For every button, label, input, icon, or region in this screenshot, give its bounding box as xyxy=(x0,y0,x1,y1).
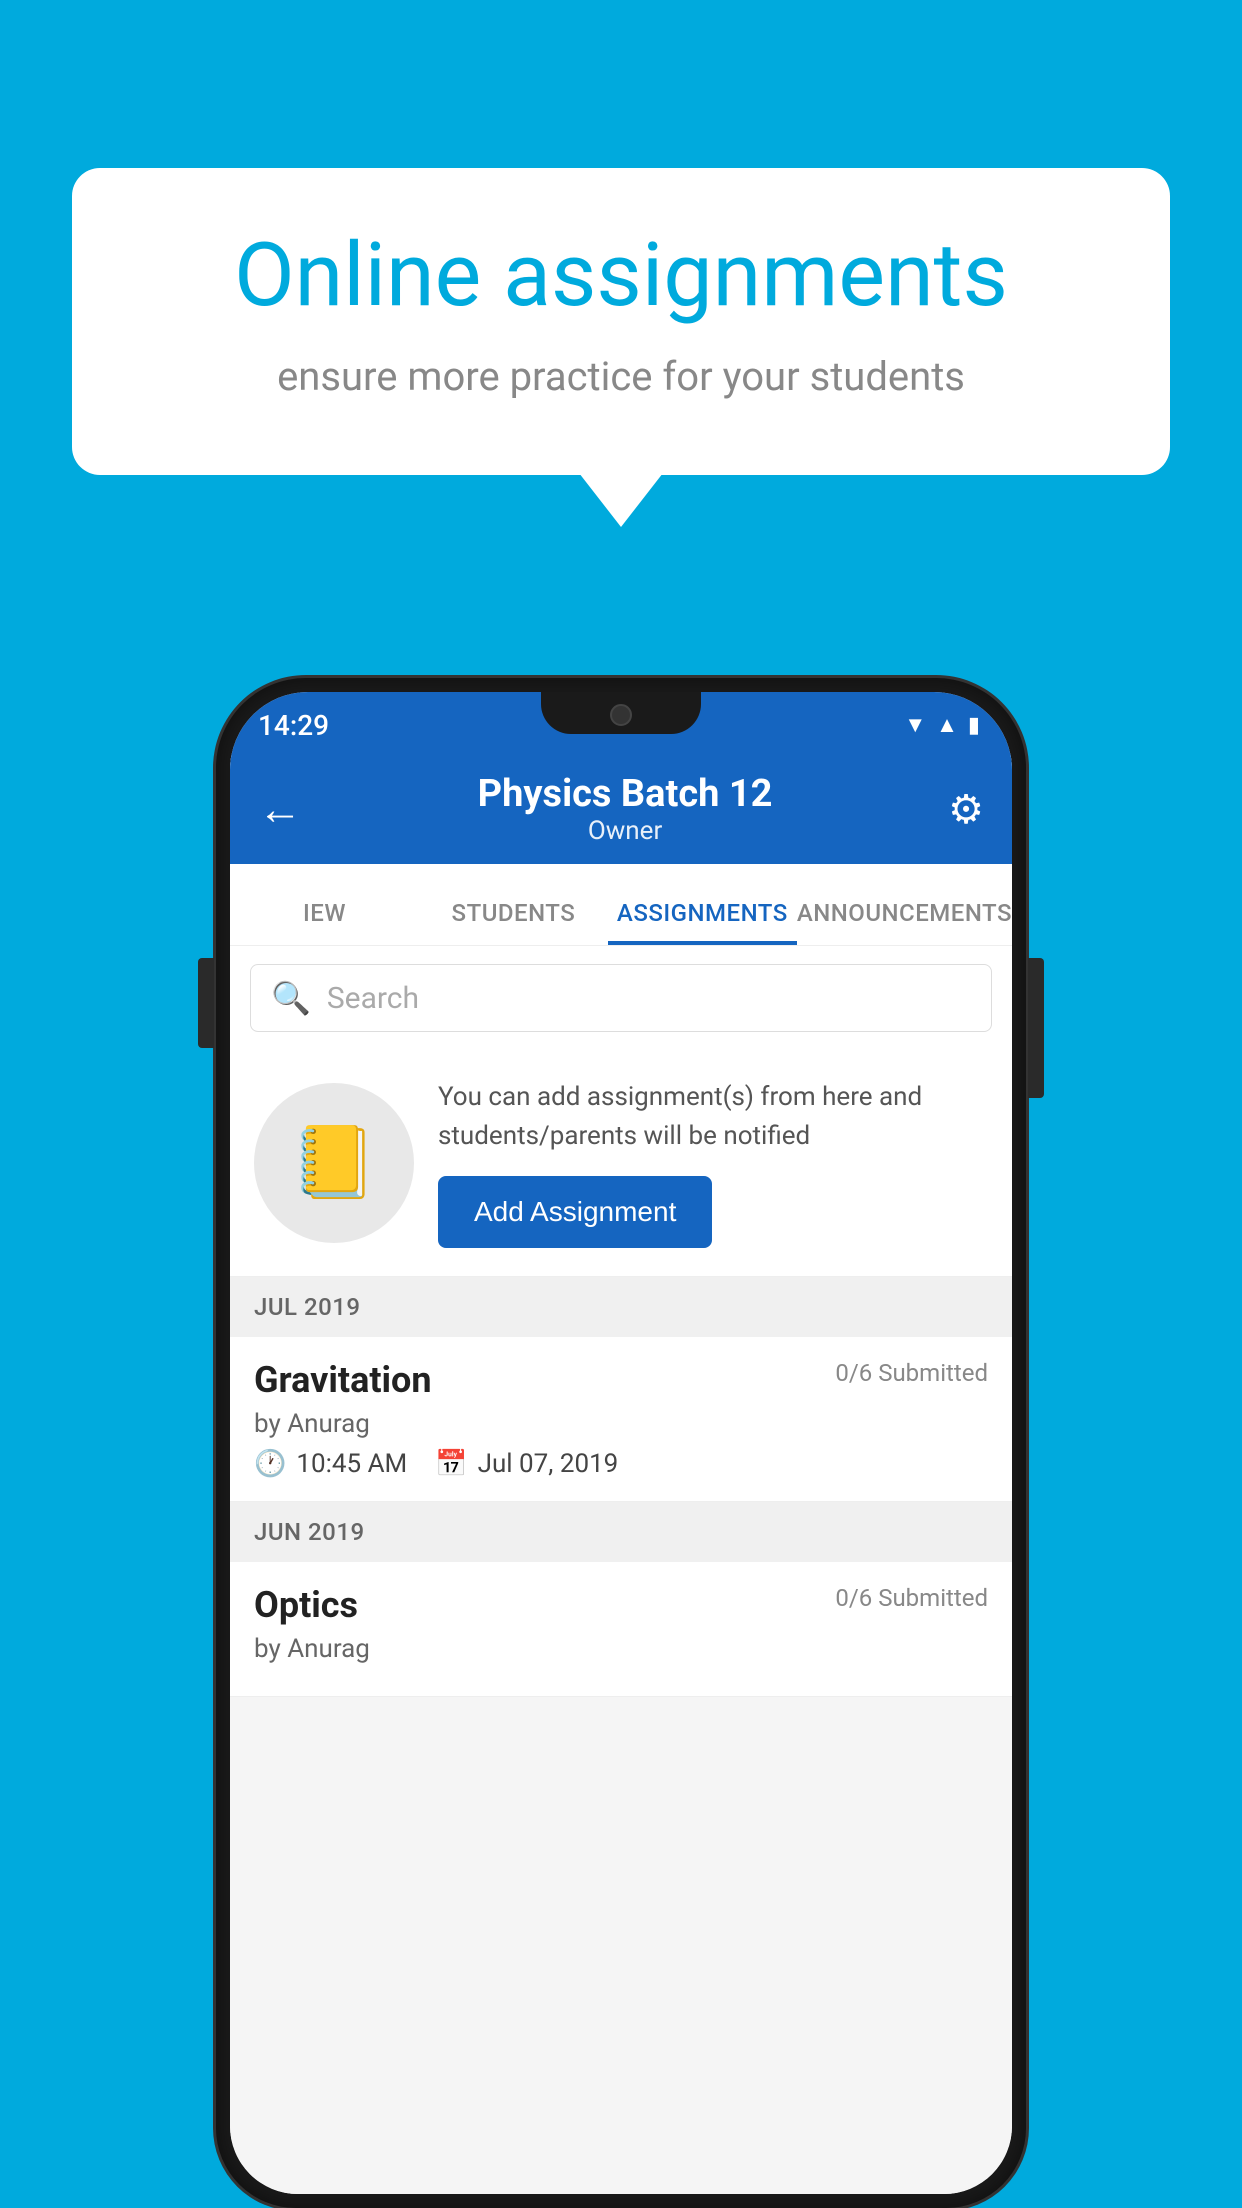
assignment-meta: 🕐 10:45 AM 📅 Jul 07, 2019 xyxy=(254,1449,988,1479)
header-title-block: Physics Batch 12 Owner xyxy=(302,772,948,846)
clock-icon: 🕐 xyxy=(254,1449,286,1479)
tabs-bar: IEW STUDENTS ASSIGNMENTS ANNOUNCEMENTS xyxy=(230,864,1012,946)
speech-bubble-subtitle: ensure more practice for your students xyxy=(152,349,1090,405)
assignment-item-gravitation[interactable]: Gravitation 0/6 Submitted by Anurag 🕐 10… xyxy=(230,1337,1012,1502)
assignment-item-header: Gravitation 0/6 Submitted xyxy=(254,1359,988,1401)
app-header: ← Physics Batch 12 Owner ⚙ xyxy=(230,754,1012,864)
status-time: 14:29 xyxy=(258,709,329,742)
search-input[interactable]: Search xyxy=(327,981,419,1016)
phone-frame: 14:29 ▼ ▲ ▮ ← Physics Batch 12 Owner ⚙ xyxy=(216,678,1026,2208)
speech-bubble-title: Online assignments xyxy=(152,228,1090,325)
speech-bubble: Online assignments ensure more practice … xyxy=(72,168,1170,475)
settings-icon[interactable]: ⚙ xyxy=(948,786,984,833)
assignment-promo: 📒 You can add assignment(s) from here an… xyxy=(230,1050,1012,1277)
month-divider-jul: JUL 2019 xyxy=(230,1277,1012,1337)
assignment-date: 📅 Jul 07, 2019 xyxy=(435,1449,618,1479)
add-assignment-button[interactable]: Add Assignment xyxy=(438,1176,712,1248)
assignment-icon-circle: 📒 xyxy=(254,1083,414,1243)
assignment-promo-text: You can add assignment(s) from here and … xyxy=(438,1078,988,1248)
notebook-icon: 📒 xyxy=(290,1122,377,1204)
month-divider-jun: JUN 2019 xyxy=(230,1502,1012,1562)
phone-screen: 14:29 ▼ ▲ ▮ ← Physics Batch 12 Owner ⚙ xyxy=(230,692,1012,2194)
tab-iew[interactable]: IEW xyxy=(230,899,419,945)
header-subtitle: Owner xyxy=(302,816,948,846)
tab-students[interactable]: STUDENTS xyxy=(419,899,608,945)
screen-content: ← Physics Batch 12 Owner ⚙ IEW STUDENTS xyxy=(230,754,1012,2194)
assignment-item-optics[interactable]: Optics 0/6 Submitted by Anurag xyxy=(230,1562,1012,1697)
search-icon: 🔍 xyxy=(271,979,311,1017)
assignment-submitted-optics: 0/6 Submitted xyxy=(835,1584,988,1612)
back-button[interactable]: ← xyxy=(258,783,302,835)
header-title: Physics Batch 12 xyxy=(302,772,948,816)
search-box[interactable]: 🔍 Search xyxy=(250,964,992,1032)
search-container: 🔍 Search xyxy=(230,946,1012,1050)
assignment-item-header-optics: Optics 0/6 Submitted xyxy=(254,1584,988,1626)
promo-description: You can add assignment(s) from here and … xyxy=(438,1078,988,1156)
status-icons: ▼ ▲ ▮ xyxy=(904,712,980,738)
calendar-icon: 📅 xyxy=(435,1449,467,1479)
signal-icon: ▲ xyxy=(936,712,958,738)
tab-announcements[interactable]: ANNOUNCEMENTS xyxy=(797,899,1012,945)
assignment-name: Gravitation xyxy=(254,1359,432,1401)
camera-icon xyxy=(610,704,632,726)
assignment-submitted: 0/6 Submitted xyxy=(835,1359,988,1387)
tab-assignments[interactable]: ASSIGNMENTS xyxy=(608,899,797,945)
wifi-icon: ▼ xyxy=(904,712,926,738)
assignment-time: 🕐 10:45 AM xyxy=(254,1449,407,1479)
phone-notch xyxy=(541,692,701,734)
phone-outer: 14:29 ▼ ▲ ▮ ← Physics Batch 12 Owner ⚙ xyxy=(216,678,1026,2208)
assignment-author-optics: by Anurag xyxy=(254,1634,988,1664)
battery-icon: ▮ xyxy=(968,713,980,738)
assignment-author: by Anurag xyxy=(254,1409,988,1439)
assignment-name-optics: Optics xyxy=(254,1584,358,1626)
